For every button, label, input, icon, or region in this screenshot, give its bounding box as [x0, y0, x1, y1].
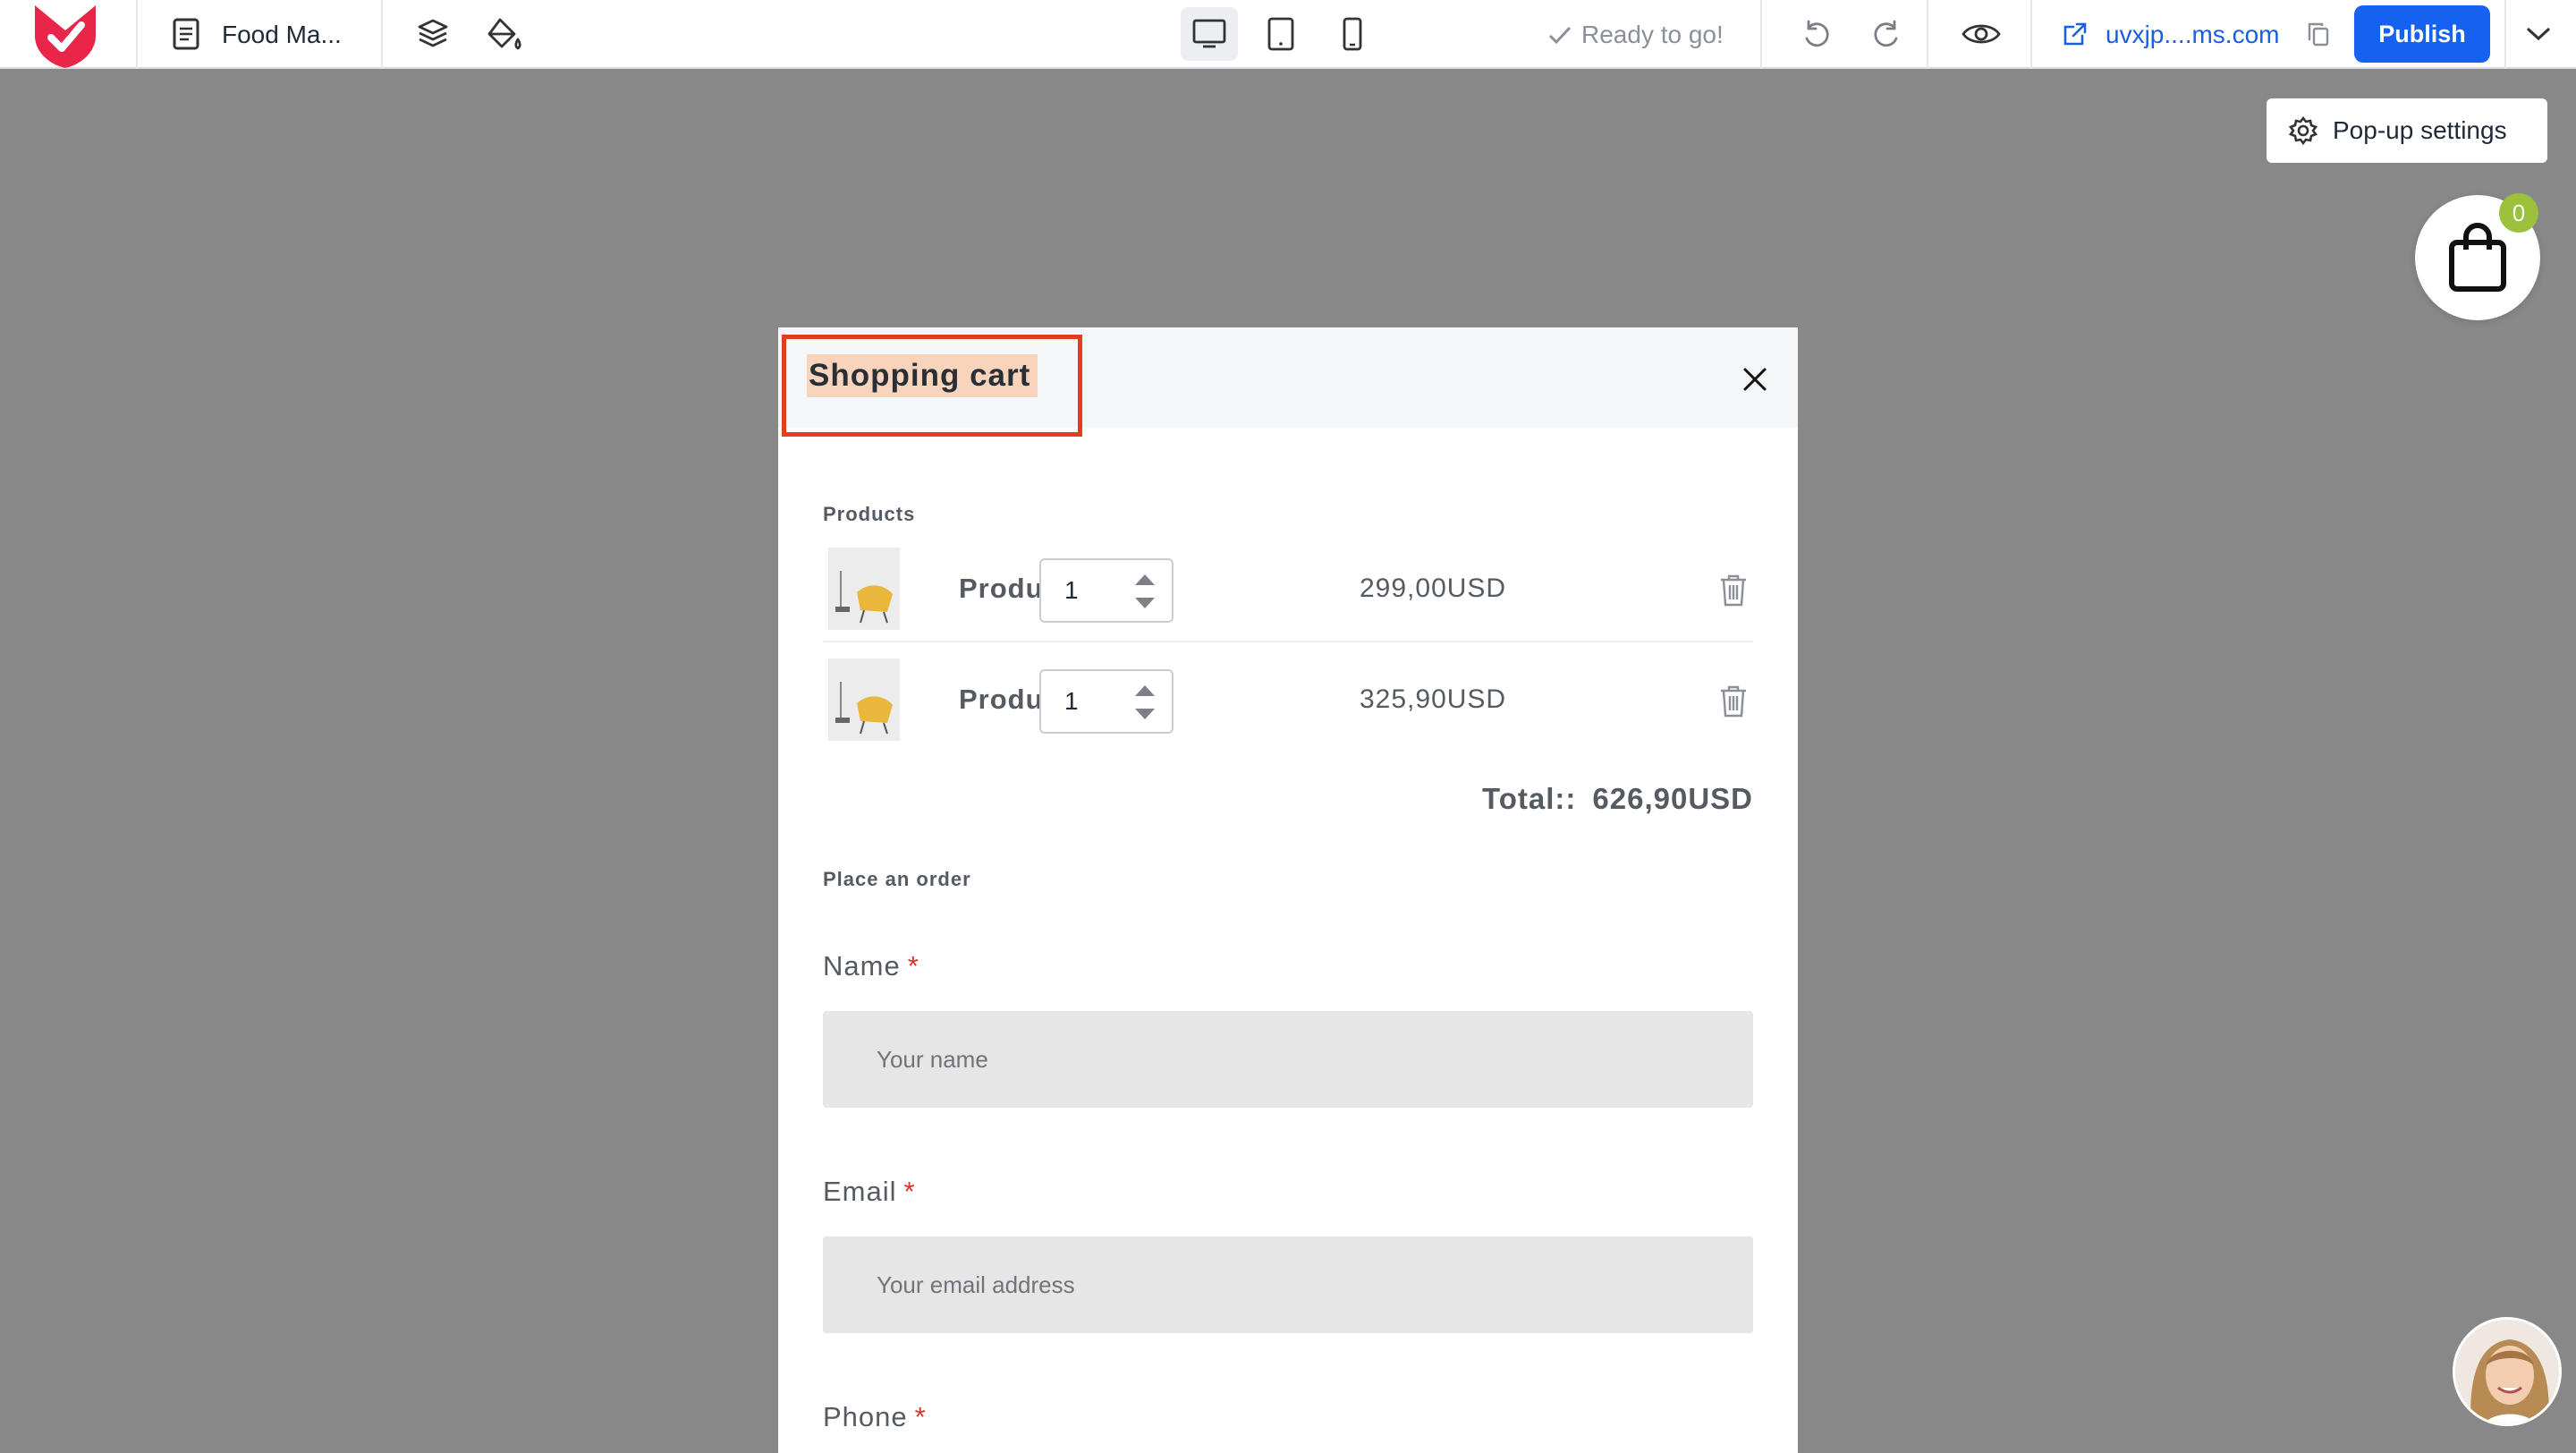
- quantity-stepper[interactable]: 1: [1039, 558, 1174, 623]
- popup-settings-button[interactable]: Pop-up settings: [2267, 98, 2547, 163]
- required-marker: *: [903, 1176, 916, 1207]
- tablet-view-button[interactable]: [1252, 7, 1309, 61]
- shopping-cart-modal: Shopping cart Products Product n... 1 29…: [778, 327, 1798, 1453]
- toolbar-divider: [1760, 0, 1762, 69]
- selection-highlight: [782, 335, 1082, 437]
- required-marker: *: [907, 950, 919, 981]
- product-price: 325,90USD: [1360, 684, 1507, 714]
- popup-settings-label: Pop-up settings: [2333, 116, 2507, 144]
- editor-toolbar: Food Ma... Ready to go! uvxjp....ms.com …: [0, 0, 2576, 69]
- product-thumbnail: [828, 548, 900, 630]
- name-input[interactable]: [823, 1011, 1753, 1108]
- toolbar-divider: [2504, 0, 2506, 69]
- logo-icon[interactable]: [27, 0, 104, 68]
- email-field-label: Email *: [823, 1176, 916, 1208]
- toolbar-divider: [381, 0, 383, 69]
- shopping-bag-icon: [2449, 223, 2506, 292]
- product-price: 299,00USD: [1360, 574, 1507, 603]
- publish-button[interactable]: Publish: [2354, 5, 2490, 63]
- phone-field-label: Phone *: [823, 1401, 927, 1433]
- desktop-view-button[interactable]: [1181, 7, 1238, 61]
- total-label: Total::: [1482, 782, 1577, 815]
- email-input[interactable]: [823, 1236, 1753, 1333]
- layers-icon[interactable]: [413, 14, 453, 54]
- copy-icon[interactable]: [2302, 18, 2334, 50]
- products-label: Products: [823, 503, 916, 525]
- status-text: Ready to go!: [1581, 20, 1724, 48]
- stepper-arrows-icon: [1135, 574, 1155, 608]
- chevron-down-icon[interactable]: [2521, 16, 2556, 52]
- page-name[interactable]: Food Ma...: [222, 0, 342, 69]
- external-link-icon[interactable]: [2059, 18, 2091, 50]
- name-field-label: Name *: [823, 950, 919, 982]
- redo-icon[interactable]: [1868, 14, 1907, 54]
- page-icon[interactable]: [166, 16, 206, 52]
- mobile-icon: [1343, 17, 1362, 51]
- preview-eye-icon[interactable]: [1959, 14, 2004, 54]
- required-marker: *: [914, 1401, 927, 1432]
- trash-icon[interactable]: [1717, 684, 1750, 719]
- close-icon[interactable]: [1735, 360, 1775, 399]
- toolbar-divider: [136, 0, 138, 69]
- save-status: Ready to go!: [1547, 0, 1724, 69]
- desktop-icon: [1192, 19, 1226, 48]
- support-chat-avatar[interactable]: [2453, 1317, 2562, 1426]
- cart-item: Product n... 1 325,90USD: [823, 646, 1753, 753]
- place-order-label: Place an order: [823, 868, 971, 890]
- name-label-text: Name: [823, 950, 901, 981]
- quantity-value[interactable]: 1: [1064, 560, 1079, 621]
- email-label-text: Email: [823, 1176, 897, 1207]
- check-icon: [1548, 26, 1572, 44]
- toolbar-divider: [1927, 0, 1928, 69]
- mobile-view-button[interactable]: [1324, 7, 1381, 61]
- quantity-value[interactable]: 1: [1064, 671, 1079, 732]
- phone-label-text: Phone: [823, 1401, 908, 1432]
- product-thumbnail: [828, 659, 900, 741]
- tablet-icon: [1267, 17, 1294, 51]
- site-url-link[interactable]: uvxjp....ms.com: [2106, 0, 2279, 69]
- undo-icon[interactable]: [1796, 14, 1835, 54]
- total-value: 626,90USD: [1592, 782, 1753, 815]
- cart-total: Total:: 626,90USD: [1482, 782, 1753, 816]
- quantity-stepper[interactable]: 1: [1039, 669, 1174, 734]
- cart-item: Product n... 1 299,00USD: [823, 535, 1753, 642]
- gear-icon: [2288, 115, 2318, 146]
- cart-count-badge: 0: [2499, 193, 2538, 233]
- paint-bucket-icon[interactable]: [483, 14, 526, 54]
- trash-icon[interactable]: [1717, 573, 1750, 608]
- stepper-arrows-icon: [1135, 685, 1155, 719]
- toolbar-divider: [2030, 0, 2032, 69]
